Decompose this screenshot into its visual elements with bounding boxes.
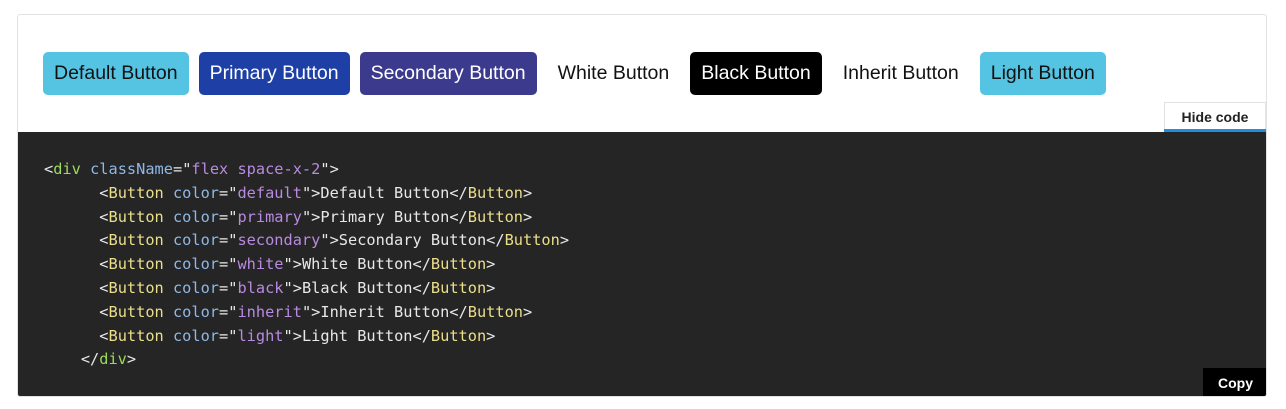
primary-button[interactable]: Primary Button (198, 52, 350, 95)
code-line-close: </div> (80, 350, 137, 369)
code-line-button: <Button color="inherit">Inherit Button</… (99, 302, 533, 321)
code-line-button: <Button color="light">Light Button</Butt… (99, 326, 496, 345)
hide-code-tab[interactable]: Hide code (1164, 102, 1266, 133)
code-line-button: <Button color="white">White Button</Butt… (99, 255, 496, 274)
code-line-button: <Button color="secondary">Secondary Butt… (99, 231, 570, 250)
black-button[interactable]: Black Button (690, 52, 822, 95)
code-line-button: <Button color="primary">Primary Button</… (99, 207, 533, 226)
code-example-card: Default Button Primary Button Secondary … (17, 14, 1267, 397)
light-button[interactable]: Light Button (979, 52, 1106, 95)
inherit-button[interactable]: Inherit Button (832, 52, 970, 95)
secondary-button[interactable]: Secondary Button (359, 52, 537, 95)
code-block: <div className="flex space-x-2"> <Button… (18, 132, 1266, 396)
code-line-open: <div className="flex space-x-2"> (44, 160, 339, 178)
code-listing: <div className="flex space-x-2"> <Button… (44, 158, 569, 372)
white-button[interactable]: White Button (546, 52, 681, 95)
code-line-button: <Button color="black">Black Button</Butt… (99, 278, 496, 297)
code-line-button: <Button color="default">Default Button</… (99, 183, 533, 202)
default-button[interactable]: Default Button (43, 52, 189, 95)
button-demo-row: Default Button Primary Button Secondary … (43, 52, 1116, 95)
copy-button[interactable]: Copy (1203, 368, 1266, 396)
